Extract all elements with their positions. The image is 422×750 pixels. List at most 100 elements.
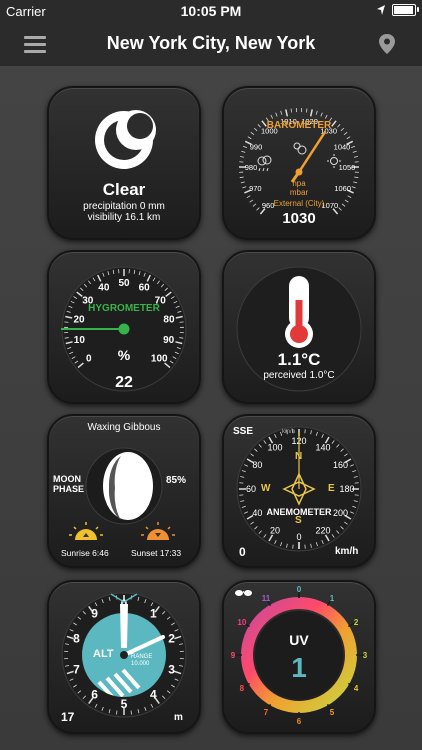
dial-tick-label: 180 xyxy=(339,484,354,494)
hygrometer-label: HYGROMETER xyxy=(88,303,160,314)
dial-tick-label: 8 xyxy=(73,632,80,646)
dial-tick-label: 90 xyxy=(163,335,175,346)
dial-tick xyxy=(241,150,246,153)
battery-icon xyxy=(392,4,419,16)
barometer-value: 1030 xyxy=(282,210,316,227)
temperature-value: 1.1°C xyxy=(277,350,321,369)
moon-phase-tile[interactable]: Waxing Gibbous MOON PHASE 85% Sunrise 6:… xyxy=(47,414,201,568)
anemometer-label: ANEMOMETER xyxy=(266,507,332,517)
dial-tick xyxy=(343,131,348,135)
sunrise-icon xyxy=(69,522,103,540)
dial-tick-label: 7 xyxy=(264,708,269,717)
sunglasses-icon xyxy=(235,590,252,596)
status-time: 10:05 PM xyxy=(180,3,242,19)
dial-tick-label: 100 xyxy=(267,442,282,452)
dial-tick-label: 1 xyxy=(150,607,157,621)
dial-tick xyxy=(280,110,283,115)
barometer-label: BAROMETER xyxy=(266,120,332,131)
dial-tick-label: 8 xyxy=(240,684,245,693)
dial-tick xyxy=(270,114,274,119)
dial-tick xyxy=(346,136,351,140)
barometer-source: External (City) xyxy=(273,199,325,208)
wind-speed-unit: km/h xyxy=(335,546,359,557)
precipitation-text: precipitation 0 mm xyxy=(83,201,165,212)
dial-tick-label: 4 xyxy=(354,684,359,693)
dial-tick-label: 990 xyxy=(250,143,263,152)
dial-tick-label: 7 xyxy=(73,662,80,676)
dial-tick-label: 160 xyxy=(333,460,348,470)
sunrise-time: Sunrise 6:46 xyxy=(61,548,109,558)
anemometer-dial: 020406080100120140160180200220 xyxy=(236,426,362,552)
sunset-icon xyxy=(141,522,175,540)
barometer-tile[interactable]: 960 970 980 990 1000 1010 1020 1030 1040 1050 1060… xyxy=(222,86,376,240)
uv-tile[interactable]: 0 1 2 3 4 5 6 7 8 9 10 11 UV 1 xyxy=(222,580,376,734)
dial-tick xyxy=(351,145,356,149)
wind-direction: SSE xyxy=(233,426,254,437)
barometer-unit-mbar: mbar xyxy=(289,188,309,197)
dial-tick xyxy=(275,112,278,117)
dial-tick xyxy=(247,136,252,140)
dial-tick-label: 0 xyxy=(296,532,301,542)
dial-tick-label: 2 xyxy=(168,632,175,646)
dial-tick-label: 140 xyxy=(315,442,330,452)
sunset-time: Sunset 17:33 xyxy=(131,548,182,558)
altimeter-tile[interactable]: 0123456789 ALT RANGE 10.000 17 m xyxy=(47,580,201,734)
moon-phase-name: Waxing Gibbous xyxy=(87,422,161,433)
anemometer-tile[interactable]: 0 20 40 60 80 100 120 140 160 180 200 220 SSE km/h … xyxy=(222,414,376,568)
compass-east: E xyxy=(328,483,335,494)
dial-tick-label: 10 xyxy=(74,335,86,346)
status-bar: Carrier 10:05 PM xyxy=(0,0,422,22)
hygrometer-value: 22 xyxy=(115,374,133,391)
dial-tick xyxy=(290,108,292,113)
altitude-value: 17 xyxy=(61,710,75,724)
status-right xyxy=(376,4,419,16)
dial-tick-label: 50 xyxy=(118,278,130,289)
weather-tile[interactable]: Clear precipitation 0 mm visibility 16.1… xyxy=(47,86,201,240)
altitude-unit: m xyxy=(174,712,183,723)
dial-tick xyxy=(240,156,245,158)
dial-tick xyxy=(306,108,308,113)
cloud-rain-icon xyxy=(257,155,272,172)
dial-tick-label: 80 xyxy=(252,460,262,470)
location-pin-icon[interactable] xyxy=(378,33,396,55)
dial-tick xyxy=(243,682,251,688)
dial-tick-label: 20 xyxy=(270,526,280,536)
dial-tick xyxy=(250,131,255,135)
partly-cloudy-icon xyxy=(293,142,307,155)
dial-tick xyxy=(239,176,244,179)
dial-tick-label: 2 xyxy=(354,618,359,627)
dial-tick-label: 20 xyxy=(73,314,85,325)
altimeter-range-value: 10.000 xyxy=(131,661,150,667)
dial-tick-label: 10 xyxy=(237,618,246,627)
thermometer-tile[interactable]: 1.1°C perceived 1.0°C xyxy=(222,250,376,404)
moon-label: MOON xyxy=(53,474,81,484)
barometer-needle xyxy=(297,130,327,174)
dial-tick-label: 11 xyxy=(262,594,271,603)
altimeter-range-label: RANGE xyxy=(131,654,153,660)
phase-label: PHASE xyxy=(53,484,85,494)
location-arrow-icon xyxy=(377,5,385,15)
visibility-text: visibility 16.1 km xyxy=(87,212,161,223)
dial-tick-label: 40 xyxy=(98,283,110,294)
dial-tick xyxy=(309,109,313,117)
dial-tick xyxy=(285,109,289,117)
weather-condition: Clear xyxy=(102,180,146,199)
dial-tick xyxy=(130,710,132,715)
dial-tick xyxy=(116,710,118,715)
hygrometer-tile[interactable]: 0 10 20 30 40 50 60 70 80 90 100 HYGROMETER % 22 xyxy=(47,250,201,404)
page-title: New York City, New York xyxy=(106,33,316,53)
anemometer-unit-top: km/h xyxy=(282,429,296,435)
dial-tick-label: 1 xyxy=(330,594,335,603)
compass-north: N xyxy=(295,451,303,462)
altimeter-long-hand xyxy=(120,604,128,648)
dial-tick xyxy=(315,110,318,115)
perceived-temperature: perceived 1.0°C xyxy=(263,370,335,381)
barometer-unit-hpa: hpa xyxy=(292,179,306,188)
dial-tick-label: 80 xyxy=(163,314,175,325)
nav-bar: New York City, New York xyxy=(0,22,422,67)
dial-tick-label: 220 xyxy=(315,526,330,536)
dial-tick xyxy=(354,176,359,179)
dial-tick xyxy=(320,112,323,117)
dial-tick-label: 1050 xyxy=(339,163,356,172)
hygrometer-unit: % xyxy=(117,347,131,363)
